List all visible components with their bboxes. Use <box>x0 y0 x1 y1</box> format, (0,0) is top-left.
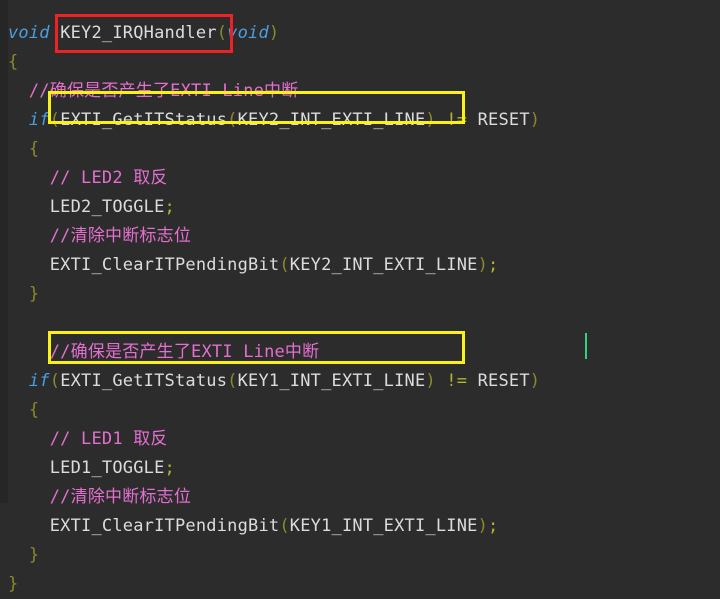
code-line[interactable]: // LED1 取反 <box>8 425 168 454</box>
code-line[interactable]: EXTI_ClearITPendingBit(KEY2_INT_EXTI_LIN… <box>8 251 499 280</box>
code-token: != <box>446 110 468 130</box>
code-token: KEY1_INT_EXTI_LINE <box>237 371 426 391</box>
code-token: } <box>28 545 40 565</box>
code-token: ; <box>164 458 175 478</box>
text-caret <box>585 333 587 359</box>
code-line[interactable]: //确保是否产生了EXTI Line中断 <box>8 77 298 106</box>
code-token: ) <box>425 371 436 391</box>
code-token: //清除中断标志位 <box>49 226 192 246</box>
code-editor-view[interactable]: void KEY2_IRQHandler(void){ //确保是否产生了EXT… <box>0 0 720 594</box>
code-line[interactable]: } <box>8 570 18 599</box>
code-token: void <box>227 23 269 43</box>
code-token: // LED1 取反 <box>49 429 168 449</box>
code-token: if <box>28 110 50 130</box>
code-token: RESET <box>477 110 530 130</box>
code-token: } <box>28 284 40 304</box>
code-line[interactable]: { <box>8 48 18 77</box>
code-token: // LED2 取反 <box>49 168 168 188</box>
code-token: { <box>28 400 40 420</box>
code-line[interactable]: if(EXTI_GetITStatus(KEY1_INT_EXTI_LINE) … <box>8 367 540 396</box>
code-line[interactable]: //清除中断标志位 <box>8 222 191 251</box>
code-token: EXTI_ClearITPendingBit <box>49 255 280 275</box>
code-token: //确保是否产生了EXTI Line中断 <box>49 342 320 362</box>
code-token: ( <box>227 371 238 391</box>
code-token: ( <box>279 255 290 275</box>
code-token: } <box>8 574 19 594</box>
code-token: ) <box>477 516 489 536</box>
code-token: EXTI_GetITStatus <box>60 371 228 391</box>
code-token: //确保是否产生了EXTI Line中断 <box>28 81 299 101</box>
code-token: != <box>446 371 468 391</box>
code-token: EXTI_GetITStatus <box>60 110 228 130</box>
code-token: EXTI_ClearITPendingBit <box>49 516 280 536</box>
code-token: { <box>8 52 19 72</box>
code-token: ) <box>529 371 541 391</box>
code-line[interactable]: } <box>8 280 39 309</box>
code-token: ( <box>227 110 238 130</box>
code-token: ) <box>268 23 280 43</box>
code-token: ( <box>216 23 228 43</box>
code-line[interactable]: //确保是否产生了EXTI Line中断 <box>8 338 319 367</box>
code-token: if <box>28 371 50 391</box>
code-token: KEY2_INT_EXTI_LINE <box>237 110 426 130</box>
code-token: ) <box>529 110 541 130</box>
editor-gutter <box>0 0 8 503</box>
code-line[interactable]: LED1_TOGGLE; <box>8 454 175 483</box>
code-line[interactable]: void KEY2_IRQHandler(void) <box>8 19 279 48</box>
code-token: KEY2_IRQHandler <box>60 23 217 43</box>
code-token: RESET <box>477 371 530 391</box>
code-token: { <box>28 139 40 159</box>
code-line[interactable]: // LED2 取反 <box>8 164 168 193</box>
code-token: KEY1_INT_EXTI_LINE <box>289 516 478 536</box>
code-token: LED1_TOGGLE <box>49 458 165 478</box>
code-line[interactable]: { <box>8 135 39 164</box>
code-token: KEY2_INT_EXTI_LINE <box>289 255 478 275</box>
code-token: ; <box>488 255 499 275</box>
code-line[interactable]: { <box>8 396 39 425</box>
code-lines-container[interactable]: void KEY2_IRQHandler(void){ //确保是否产生了EXT… <box>8 0 720 594</box>
code-line[interactable]: } <box>8 541 39 570</box>
code-token: ( <box>49 371 61 391</box>
code-line[interactable]: if(EXTI_GetITStatus(KEY2_INT_EXTI_LINE) … <box>8 106 540 135</box>
code-token: ) <box>477 255 489 275</box>
code-token: void <box>8 23 50 43</box>
code-token: ; <box>164 197 175 217</box>
code-token: ; <box>488 516 499 536</box>
code-line[interactable]: LED2_TOGGLE; <box>8 193 175 222</box>
code-line[interactable]: EXTI_ClearITPendingBit(KEY1_INT_EXTI_LIN… <box>8 512 499 541</box>
code-token: LED2_TOGGLE <box>49 197 165 217</box>
code-token: ) <box>425 110 436 130</box>
code-token: ( <box>49 110 61 130</box>
code-token: //清除中断标志位 <box>49 487 192 507</box>
code-token: ( <box>279 516 290 536</box>
code-line[interactable]: //清除中断标志位 <box>8 483 191 512</box>
